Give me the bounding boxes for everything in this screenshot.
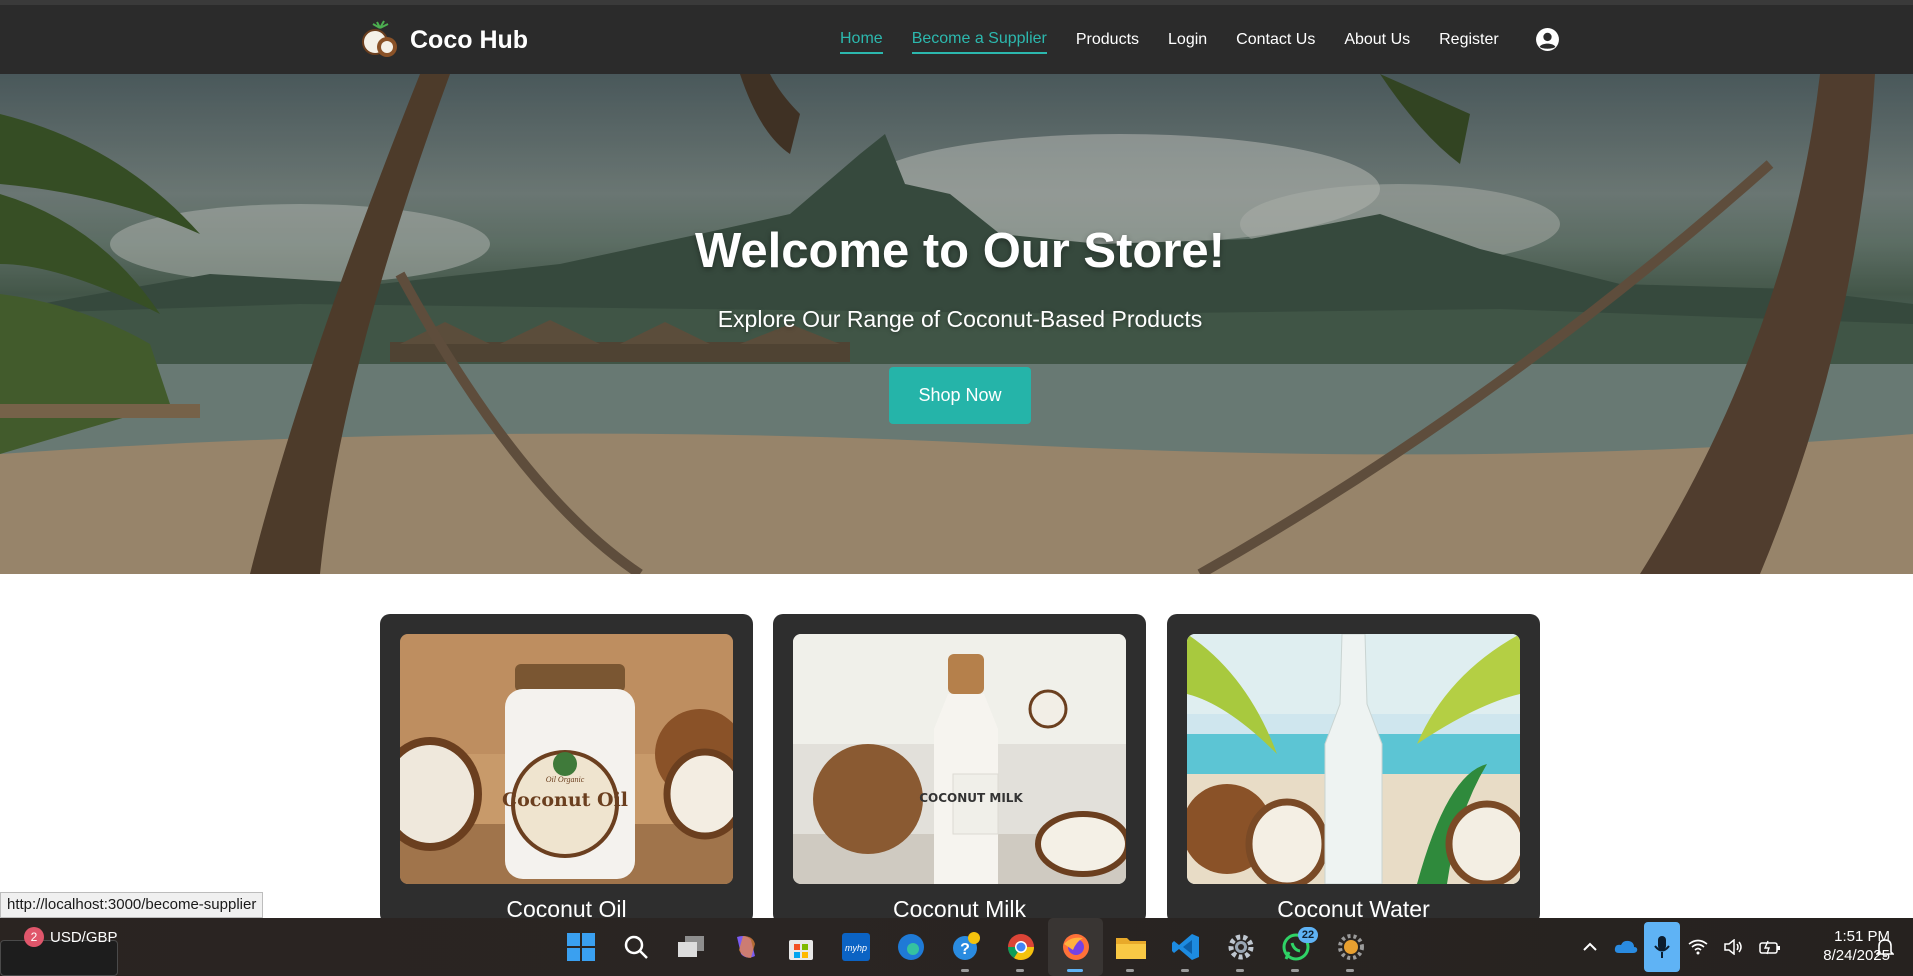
bottle-label: COCONUT MILK — [919, 791, 1023, 805]
active-indicator — [1067, 969, 1083, 972]
product-image-coconut-oil: Oil Organic Coconut Oil — [400, 634, 733, 884]
search-icon[interactable] — [608, 918, 663, 976]
settings-icon[interactable] — [1213, 918, 1268, 976]
microphone-button[interactable] — [1644, 918, 1680, 976]
widget-badge: 2 — [24, 927, 44, 947]
coconut-logo-icon — [362, 20, 397, 57]
whatsapp-unread-badge: 22 — [1298, 927, 1318, 943]
myhp-icon[interactable]: myhp — [828, 918, 883, 976]
windows-start-icon[interactable] — [553, 918, 608, 976]
onedrive-icon[interactable] — [1608, 918, 1644, 976]
running-indicator — [1126, 969, 1134, 972]
myhp-label: myhp — [844, 943, 866, 953]
vscode-icon[interactable] — [1158, 918, 1213, 976]
product-card-coconut-oil[interactable]: Oil Organic Coconut Oil Coconut Oil — [380, 614, 753, 924]
nav-link-about-us[interactable]: About Us — [1344, 27, 1410, 53]
firefox-icon[interactable] — [1048, 918, 1103, 976]
hero-title: Welcome to Our Store! — [694, 224, 1225, 278]
clock-date: 8/24/2025 — [1823, 947, 1890, 964]
copilot-icon[interactable] — [718, 918, 773, 976]
widget-ticker: USD/GBP — [50, 928, 118, 946]
clock[interactable]: 1:51 PM 8/24/2025 — [1782, 927, 1890, 965]
jar-label: Coconut Oil — [502, 789, 628, 811]
shop-now-button[interactable]: Shop Now — [889, 367, 1031, 424]
nav-link-become-supplier[interactable]: Become a Supplier — [911, 26, 1047, 54]
chrome-icon[interactable] — [993, 918, 1048, 976]
file-explorer-icon[interactable] — [1103, 918, 1158, 976]
microsoft-store-icon[interactable] — [773, 918, 828, 976]
product-image-coconut-milk: COCONUT MILK — [793, 634, 1126, 884]
currency-widget[interactable]: 2 USD/GBP — [24, 927, 118, 947]
product-card-coconut-water[interactable]: Coconut Water — [1167, 614, 1540, 924]
task-view-icon[interactable] — [663, 918, 718, 976]
product-cards: Oil Organic Coconut Oil Coconut Oil COCO… — [380, 614, 1540, 924]
volume-icon[interactable] — [1716, 918, 1752, 976]
edge-icon[interactable] — [883, 918, 938, 976]
gear-app-icon[interactable] — [1323, 918, 1378, 976]
nav-links: Home Become a Supplier Products Login Co… — [840, 5, 1528, 74]
user-circle-icon[interactable] — [1535, 27, 1560, 52]
nav-link-contact-us[interactable]: Contact Us — [1236, 27, 1315, 53]
running-indicator — [1291, 969, 1299, 972]
link-status-url: http://localhost:3000/become-supplier — [0, 892, 264, 918]
running-indicator — [1016, 969, 1024, 972]
hero-banner: Welcome to Our Store! Explore Our Range … — [0, 74, 1913, 574]
nav-link-login[interactable]: Login — [1168, 27, 1207, 53]
taskbar-apps: myhp ? 22 — [553, 918, 1378, 976]
nav-link-home[interactable]: Home — [840, 26, 883, 54]
product-image-coconut-water — [1187, 634, 1520, 884]
get-help-icon[interactable]: ? — [938, 918, 993, 976]
chevron-up-icon[interactable] — [1572, 918, 1608, 976]
navbar: Coco Hub Home Become a Supplier Products… — [0, 5, 1913, 74]
running-indicator — [1236, 969, 1244, 972]
microphone-icon — [1644, 922, 1680, 972]
running-indicator — [961, 969, 969, 972]
wifi-icon[interactable] — [1680, 918, 1716, 976]
hero-subtitle: Explore Our Range of Coconut-Based Produ… — [717, 306, 1203, 332]
product-card-coconut-milk[interactable]: COCONUT MILK Coconut Milk — [773, 614, 1146, 924]
clock-time: 1:51 PM — [1834, 928, 1890, 945]
brand-name: Coco Hub — [410, 25, 529, 54]
running-indicator — [1181, 969, 1189, 972]
svg-text:?: ? — [960, 941, 970, 958]
system-tray — [1572, 918, 1788, 976]
running-indicator — [1346, 969, 1354, 972]
nav-link-products[interactable]: Products — [1076, 27, 1139, 53]
notification-bell-icon[interactable] — [1876, 938, 1894, 958]
nav-link-register[interactable]: Register — [1439, 27, 1499, 53]
brand[interactable]: Coco Hub — [360, 20, 528, 60]
whatsapp-icon[interactable]: 22 — [1268, 918, 1323, 976]
windows-taskbar: 2 USD/GBP myhp ? 22 1:51 PM 8/24/2025 — [0, 918, 1913, 976]
jar-subtext: Oil Organic — [546, 775, 585, 784]
